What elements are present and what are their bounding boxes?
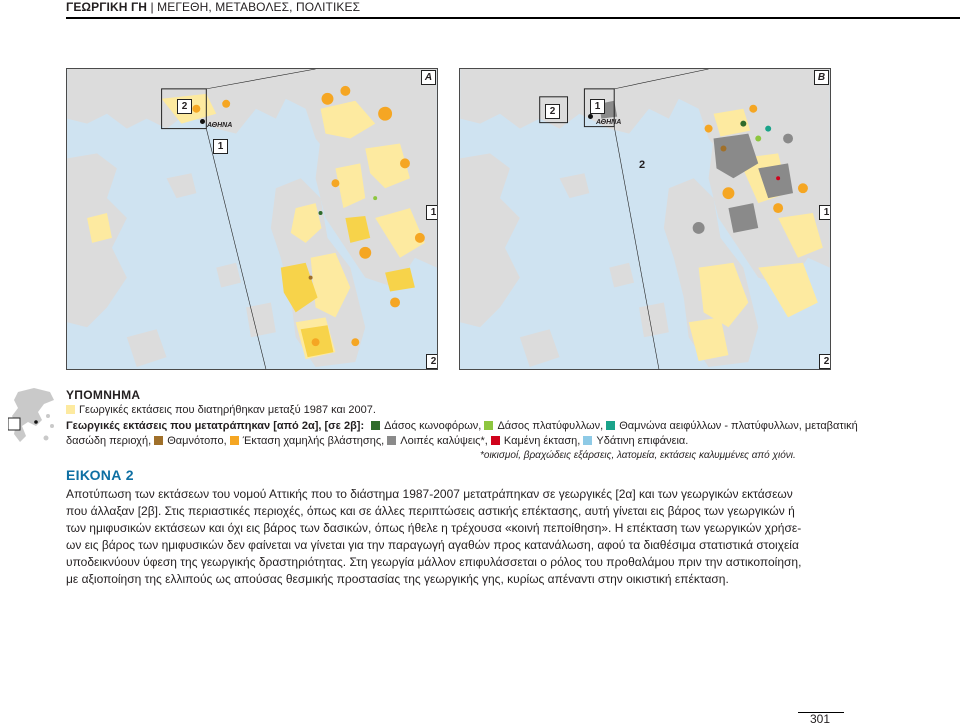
map-b-graphic [460, 69, 830, 369]
legend-water: Υδάτινη επιφάνεια. [596, 435, 689, 447]
legend-shrubs-evergreen: Θαμνώνα αειφύλλων - πλατύφυλλων, μεταβατ… [619, 420, 858, 432]
header-rule [66, 17, 960, 19]
map-a-letter: A [421, 70, 436, 85]
map-b-zone-1: 1 [819, 205, 830, 220]
map-b-label-2: 2 [639, 159, 646, 171]
athens-dot [200, 119, 205, 124]
map-b-inset-zone-2: 2 [545, 104, 560, 119]
legend-row-3: δασώδη περιοχή, Θαμνότοπο, Έκταση χαμηλή… [66, 435, 688, 447]
map-b-letter: B [814, 70, 829, 85]
map-a-inset-zone-1: 1 [213, 139, 228, 154]
map-b-city-label: ΑΘΗΝΑ [596, 119, 622, 126]
caption-line: ων εις βάρος των ημιφυσικών δεν φαίνεται… [66, 538, 799, 552]
legend-row2-heading: Γεωργικές εκτάσεις που μετατράπηκαν [από… [66, 420, 365, 432]
greece-map-icon [8, 388, 54, 442]
legend-footnote: *οικισμοί, βραχώδεις εξάρσεις, λατομεία,… [480, 450, 796, 461]
caption-line: που άλλαξαν [2β]. Στις περιαστικές περιο… [66, 504, 795, 518]
broadleaf-swatch [484, 421, 494, 430]
map-b-zone-2: 2 [819, 354, 830, 369]
map-a-zone-2: 2 [426, 354, 437, 369]
legend-broadleaf: Δάσος πλατύφυλλων, [497, 420, 604, 432]
legend-row1-text: Γεωργικές εκτάσεις που διατηρήθηκαν μετα… [79, 404, 376, 416]
shrubland-swatch [154, 436, 164, 445]
chapter-title: ΓΕΩΡΓΙΚΗ ΓΗ [66, 0, 148, 14]
caption-line: των ημιφυσικών εκτάσεων και όχι εις βάρο… [66, 521, 802, 535]
legend-low-veg: Έκταση χαμηλής βλάστησης, [242, 435, 385, 447]
legend-burnt: Καμένη έκταση, [503, 435, 581, 447]
caption-line: υποδεικνύουν ύφεση της γεωργικής δραστηρ… [66, 555, 802, 569]
chapter-subtitle: ΜΕΓΕΘΗ, ΜΕΤΑΒΟΛΕΣ, ΠΟΛΙΤΙΚΕΣ [157, 0, 361, 14]
caption-line: με αξιοποίηση της ελλιπούς ως απούσας θε… [66, 572, 729, 586]
legend-coniferous: Δάσος κωνοφόρων, [384, 420, 482, 432]
header-separator: | [150, 0, 154, 14]
burnt-swatch [490, 436, 500, 445]
map-a-zone-1: 1 [426, 205, 437, 220]
figure-caption: Αποτύπωση των εκτάσεων του νομού Αττικής… [66, 486, 866, 588]
legend-row3-cont: δασώδη περιοχή, [66, 435, 152, 447]
legend-title: ΥΠΟΜΝΗΜΑ [66, 388, 141, 402]
shrubs-evergreen-swatch [606, 421, 616, 430]
other-cover-swatch [387, 436, 397, 445]
page-number: 301 [810, 712, 831, 726]
coniferous-swatch [371, 421, 381, 430]
retained-swatch [66, 405, 75, 414]
athens-dot-b [588, 114, 593, 119]
map-panel-b: B 2 1 ΑΘΗΝΑ 2 1 2 [459, 68, 831, 370]
map-a-city-label: ΑΘΗΝΑ [207, 122, 233, 129]
map-a-graphic [67, 69, 437, 369]
map-panel-a: A 2 1 ΑΘΗΝΑ 1 2 [66, 68, 438, 370]
map-b-inset-zone-1: 1 [590, 99, 605, 114]
caption-line: Αποτύπωση των εκτάσεων του νομού Αττικής… [66, 487, 793, 501]
legend-row-1: Γεωργικές εκτάσεις που διατηρήθηκαν μετα… [66, 404, 376, 416]
figure-title: ΕΙΚΟΝΑ 2 [66, 467, 134, 483]
legend-other-cover: Λοιπές καλύψεις*, [400, 435, 488, 447]
low-veg-swatch [229, 436, 239, 445]
running-header: ΓΕΩΡΓΙΚΗ ΓΗ | ΜΕΓΕΘΗ, ΜΕΤΑΒΟΛΕΣ, ΠΟΛΙΤΙΚ… [66, 0, 360, 14]
map-a-inset-zone-2: 2 [177, 99, 192, 114]
legend-row-2: Γεωργικές εκτάσεις που μετατράπηκαν [από… [66, 420, 858, 432]
legend-shrubland: Θαμνότοπο, [167, 435, 227, 447]
water-swatch [583, 436, 593, 445]
